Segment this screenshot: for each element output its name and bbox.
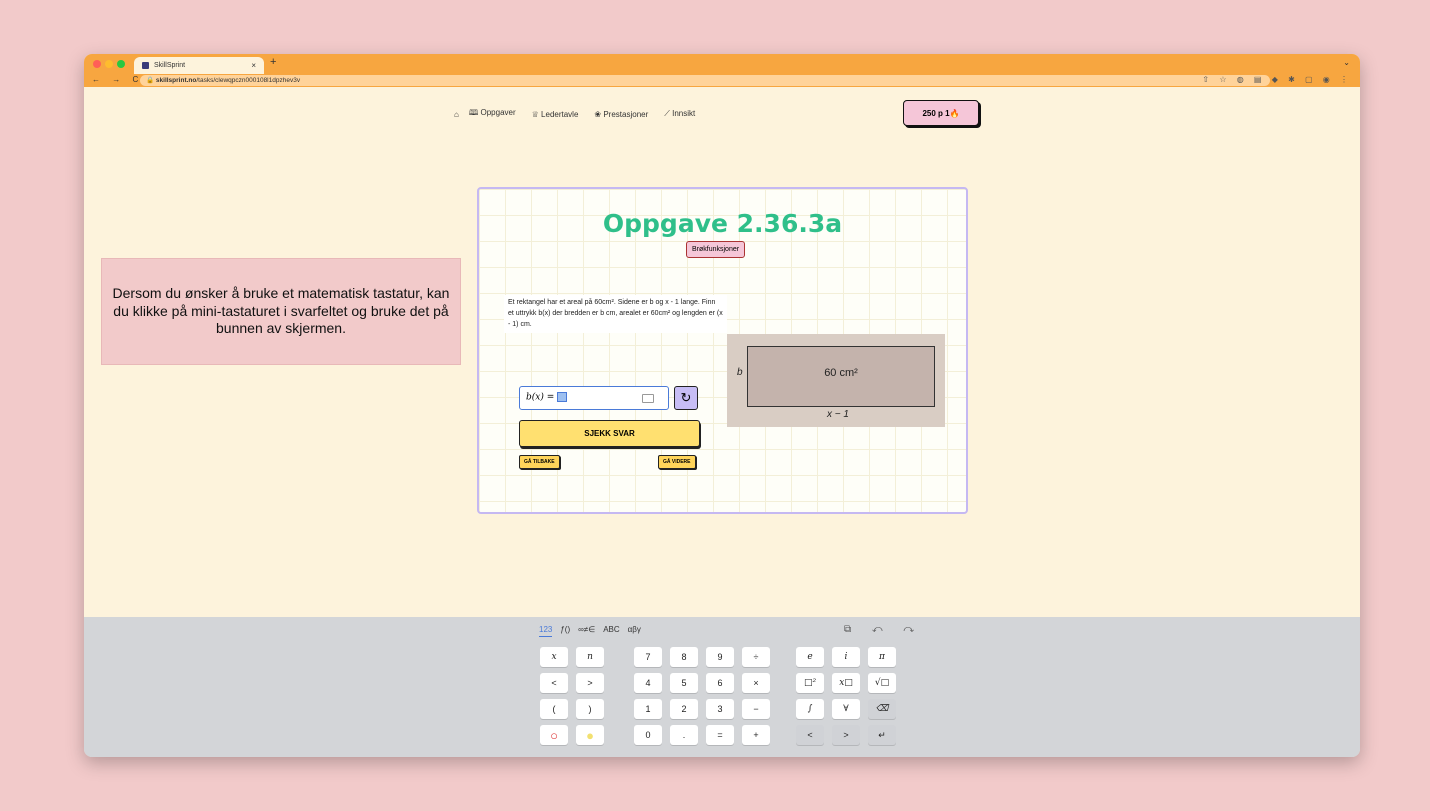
keyboard-key[interactable]: > — [832, 725, 860, 745]
keyboard-key[interactable]: 1 — [634, 699, 662, 719]
nav-achievements[interactable]: ❀ Prestasjoner — [594, 110, 654, 119]
keyboard-key[interactable]: × — [742, 673, 770, 693]
keyboard-key[interactable]: n — [576, 647, 604, 667]
nav-insight-label: Innsikt — [672, 109, 696, 118]
keyboard-key[interactable]: 3 — [706, 699, 734, 719]
minimize-window-button[interactable] — [105, 60, 113, 68]
nav-leaderboard[interactable]: ♕ Ledertavle — [532, 110, 585, 119]
task-card: Oppgave 2.36.3a Brøkfunksjoner Et rektan… — [477, 187, 968, 514]
keyboard-key[interactable]: √□ — [868, 673, 896, 693]
page-content: ⌂ 🕮 Oppgaver ♕ Ledertavle ❀ Prestasjoner… — [84, 87, 1360, 757]
address-toolbar: ← → C 🔒 skillsprint.no/tasks/clewqpczn00… — [84, 74, 1360, 87]
keyboard-key[interactable]: 4 — [634, 673, 662, 693]
keyboard-key[interactable]: 6 — [706, 673, 734, 693]
tab-letters[interactable]: ABC — [603, 625, 619, 637]
close-window-button[interactable] — [93, 60, 101, 68]
keyboard-actions[interactable]: ⧉ ↶ ↷ — [844, 624, 923, 635]
tab-numbers[interactable]: 123 — [539, 625, 553, 637]
keyboard-key[interactable]: x — [540, 647, 568, 667]
maximize-window-button[interactable] — [117, 60, 125, 68]
figure-side-b: b — [737, 367, 743, 378]
keyboard-key[interactable]: ÷ — [742, 647, 770, 667]
answer-placeholder-box[interactable] — [557, 392, 568, 402]
nav-insight[interactable]: ⟋ Innsikt — [664, 109, 701, 119]
favicon-icon — [142, 62, 149, 69]
tab-close-icon[interactable]: × — [251, 61, 256, 70]
url-path: /tasks/clewqpczn000108l1dpzhev3v — [196, 77, 301, 84]
nav-leaderboard-label: Ledertavle — [541, 109, 579, 119]
navigation-buttons[interactable]: ← → C — [92, 75, 143, 84]
keyboard-key[interactable]: ○ — [540, 725, 568, 745]
keyboard-key[interactable]: 2 — [670, 699, 698, 719]
title-bar: SkillSprint × + ⌄ — [84, 54, 1360, 74]
tab-search-chevron-icon[interactable]: ⌄ — [1343, 58, 1350, 67]
home-icon[interactable]: ⌂ — [454, 110, 459, 119]
browser-window: SkillSprint × + ⌄ ← → C 🔒 skillsprint.no… — [84, 54, 1360, 757]
keyboard-key[interactable]: 7 — [634, 647, 662, 667]
tab-greek[interactable]: αβγ — [628, 625, 641, 637]
keyboard-key[interactable]: ( — [540, 699, 568, 719]
keyboard-key[interactable]: = — [706, 725, 734, 745]
nav-achievements-label: Prestasjoner — [603, 109, 649, 119]
url-bar[interactable]: 🔒 skillsprint.no/tasks/clewqpczn000108l1… — [140, 75, 1270, 86]
keyboard-key[interactable]: ) — [576, 699, 604, 719]
keyboard-key[interactable]: ∫ — [796, 699, 824, 719]
tab-title: SkillSprint — [154, 62, 186, 69]
nav-tasks-label: Oppgaver — [480, 108, 516, 117]
keyboard-key[interactable]: − — [742, 699, 770, 719]
nav-tasks[interactable]: 🕮 Oppgaver — [469, 107, 522, 121]
points-badge[interactable]: 250 p 1🔥 — [903, 100, 979, 126]
tab-functions[interactable]: ƒ() — [560, 625, 570, 637]
next-button[interactable]: GÅ VIDERE — [658, 455, 696, 469]
tab-symbols[interactable]: ∞≠∈ — [578, 625, 595, 637]
keyboard-key[interactable]: π — [868, 647, 896, 667]
keyboard-key[interactable]: . — [670, 725, 698, 745]
figure-area-label: 60 cm² — [824, 367, 858, 379]
keyboard-key[interactable]: 8 — [670, 647, 698, 667]
keyboard-tabs: 123 ƒ() ∞≠∈ ABC αβγ — [539, 625, 641, 637]
url-host: skillsprint.no — [155, 77, 197, 84]
keyboard-key[interactable]: 5 — [670, 673, 698, 693]
keyboard-key[interactable]: < — [540, 673, 568, 693]
keyboard-key[interactable]: 9 — [706, 647, 734, 667]
keyboard-key[interactable]: < — [796, 725, 824, 745]
keyboard-key[interactable]: ↵ — [868, 725, 896, 745]
keyboard-key[interactable]: x□ — [832, 673, 860, 693]
keyboard-icon[interactable] — [642, 394, 654, 403]
task-question: Et rektangel har et areal på 60cm². Side… — [504, 295, 727, 333]
keyboard-key[interactable]: ● — [576, 725, 604, 745]
figure-rectangle: 60 cm² — [747, 346, 935, 407]
keyboard-hint: Dersom du ønsker å bruke et matematisk t… — [101, 258, 461, 365]
math-keyboard: 123 ƒ() ∞≠∈ ABC αβγ ⧉ ↶ ↷ x n 7 8 9 ÷ e i π < >4 5 6… — [84, 617, 1360, 757]
back-button[interactable]: GÅ TILBAKE — [519, 455, 560, 469]
answer-input[interactable]: b(x) = — [519, 386, 669, 410]
task-title: Oppgave 2.36.3a — [602, 209, 843, 238]
topic-badge: Brøkfunksjoner — [686, 241, 746, 258]
check-answer-button[interactable]: SJEKK SVAR — [519, 420, 700, 447]
keyboard-key[interactable]: □² — [796, 673, 824, 693]
top-navigation: ⌂ 🕮 Oppgaver ♕ Ledertavle ❀ Prestasjoner… — [454, 107, 707, 121]
keyboard-key[interactable]: e — [796, 647, 824, 667]
keyboard-key[interactable]: + — [742, 725, 770, 745]
new-tab-button[interactable]: + — [270, 56, 276, 68]
keyboard-key[interactable]: 0 — [634, 725, 662, 745]
rectangle-figure: 60 cm² b x − 1 — [727, 334, 945, 427]
refresh-button[interactable]: ↻ — [674, 386, 698, 410]
keyboard-key[interactable]: ∀ — [832, 699, 860, 719]
keyboard-key[interactable]: ⌫ — [868, 699, 896, 719]
browser-tab[interactable]: SkillSprint × — [134, 57, 264, 74]
extension-icons[interactable]: ⇧ ☆ ◍ ▤ ◆ ✱ ▢ ◉ ⋮ — [1202, 75, 1352, 84]
figure-side-x: x − 1 — [827, 409, 849, 420]
answer-prefix: b(x) = — [526, 392, 555, 403]
keyboard-key[interactable]: i — [832, 647, 860, 667]
keyboard-key[interactable]: > — [576, 673, 604, 693]
